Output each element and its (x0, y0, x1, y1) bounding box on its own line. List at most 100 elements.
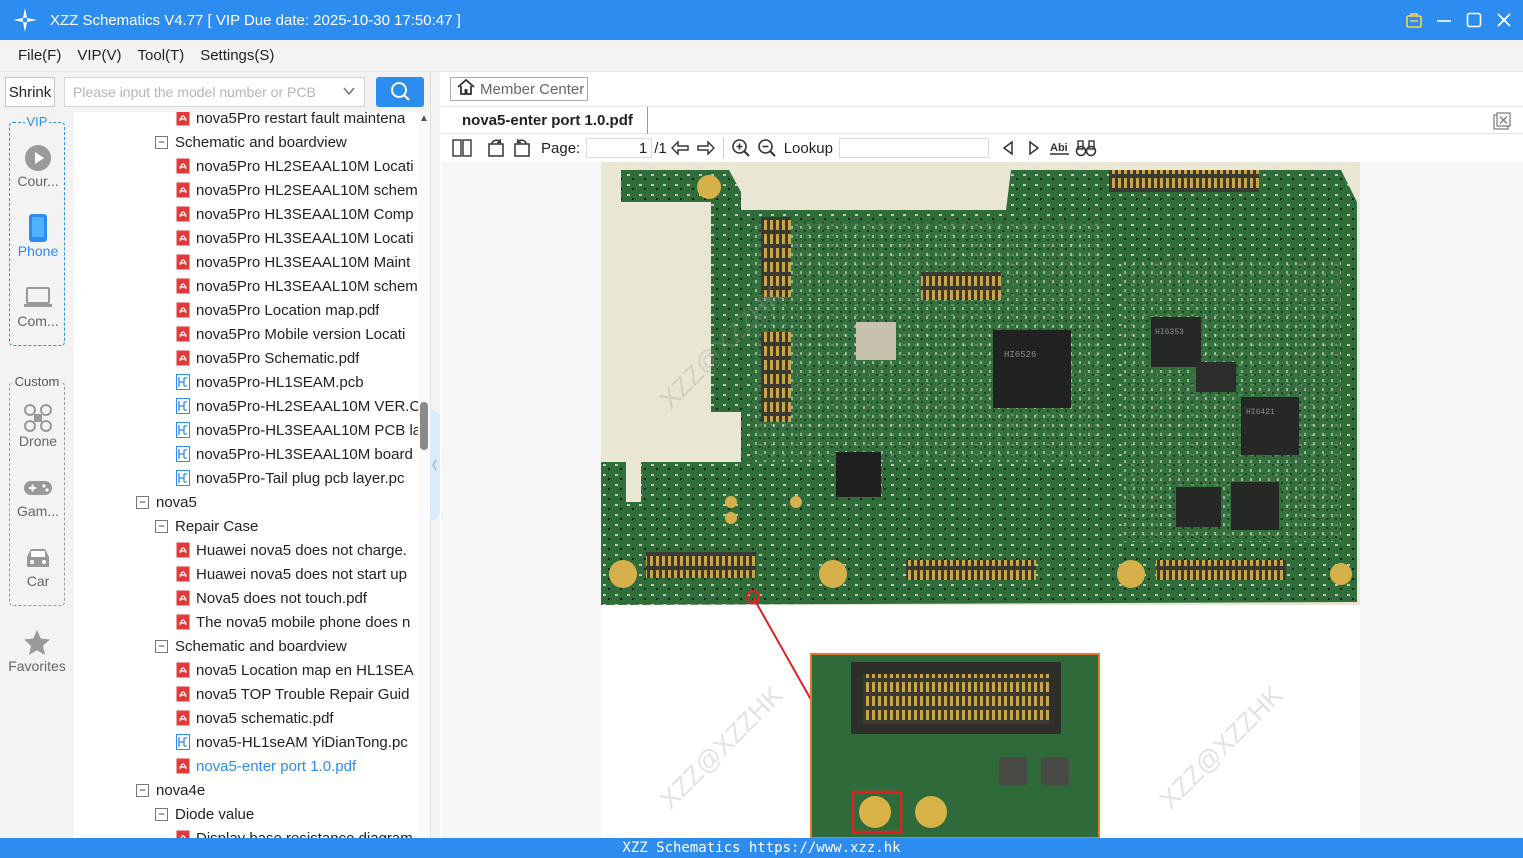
tree-file[interactable]: nova5Pro HL3SEAAL10M Comp (176, 202, 414, 226)
tree-file[interactable]: nova5Pro Location map.pdf (176, 298, 379, 322)
tree-file[interactable]: nova5Pro HL3SEAAL10M Maint (176, 250, 410, 274)
tree-file[interactable]: nova5-HL1seAM YiDianTong.pc (176, 730, 408, 754)
tree-folder[interactable]: − Diode value (155, 802, 254, 826)
app-logo-icon (0, 0, 50, 40)
collapse-toggle-icon[interactable]: − (155, 807, 168, 821)
pdf-viewer[interactable]: HI6526 HI6353 HI6421 XZZ@XZZHK XZZ@XZZHK… (441, 162, 1523, 838)
pcb-file-icon (176, 422, 190, 438)
vip-group-title: VIP (24, 114, 50, 129)
rail-item-drone[interactable]: Drone (10, 403, 66, 449)
pdf-file-icon (176, 206, 190, 222)
tree-label: nova5Pro Location map.pdf (196, 301, 380, 319)
tree-file[interactable]: nova5 schematic.pdf (176, 706, 334, 730)
tree-file[interactable]: nova5Pro Schematic.pdf (176, 346, 359, 370)
tree-file[interactable]: nova5Pro-HL3SEAAL10M board (176, 442, 413, 466)
pdf-file-icon (176, 710, 190, 726)
tree-file[interactable]: The nova5 mobile phone does n (176, 610, 410, 634)
tree-label: nova4e (156, 781, 206, 799)
binoculars-icon[interactable] (1073, 136, 1099, 160)
tree-file[interactable]: nova5 Location map en HL1SEA (176, 658, 414, 682)
tree-file[interactable]: Huawei nova5 does not start up (176, 562, 407, 586)
pdf-file-icon (176, 686, 190, 702)
tree-folder[interactable]: − Repair Case (155, 514, 258, 538)
close-icon[interactable] (1495, 11, 1513, 29)
tree-file[interactable]: Huawei nova5 does not charge. (176, 538, 407, 562)
zoom-in-icon[interactable] (728, 136, 754, 160)
tree-label: nova5Pro Mobile version Locati (196, 325, 406, 343)
tab-document[interactable]: nova5-enter port 1.0.pdf (451, 107, 648, 134)
two-page-view-icon[interactable] (449, 136, 475, 160)
tree-file[interactable]: nova5Pro-HL2SEAAL10M VER.C (176, 394, 420, 418)
collapse-toggle-icon[interactable]: − (136, 495, 149, 509)
chevron-down-icon[interactable] (342, 84, 356, 101)
tree-file[interactable]: Display base resistance diagram (176, 826, 413, 838)
match-case-icon[interactable]: Abi (1047, 136, 1073, 160)
tree-file[interactable]: nova5-enter port 1.0.pdf (176, 754, 356, 778)
menu-vip[interactable]: VIP(V) (77, 47, 121, 64)
search-button[interactable] (376, 77, 424, 107)
minimize-icon[interactable] (1435, 11, 1453, 29)
chip-label: HI6526 (1004, 350, 1036, 360)
lookup-input[interactable] (838, 138, 989, 158)
tree-folder[interactable]: − nova5 (136, 490, 197, 514)
rotate-left-icon[interactable] (483, 136, 509, 160)
tree-label: nova5Pro-HL3SEAAL10M PCB la (196, 421, 422, 439)
tree-file[interactable]: nova5 TOP Trouble Repair Guid (176, 682, 409, 706)
collapse-toggle-icon[interactable]: − (136, 783, 149, 797)
tree-folder[interactable]: − nova4e (136, 778, 205, 802)
rotate-right-icon[interactable] (509, 136, 535, 160)
collapse-toggle-icon[interactable]: − (155, 519, 168, 533)
pcb-file-icon (176, 470, 190, 486)
tree-file[interactable]: nova5Pro Mobile version Locati (176, 322, 405, 346)
page-number-input[interactable]: 1 (586, 138, 653, 158)
tree-folder[interactable]: − Schematic and boardview (155, 634, 347, 658)
member-center-button[interactable]: Member Center (450, 77, 588, 101)
tree-label: Repair Case (175, 517, 259, 535)
tree-file[interactable]: nova5Pro-HL1SEAM.pcb (176, 370, 364, 394)
tree-file[interactable]: nova5Pro-HL3SEAAL10M PCB la (176, 418, 421, 442)
menu-settings[interactable]: Settings(S) (200, 47, 274, 64)
document-tab-bar: nova5-enter port 1.0.pdf (441, 106, 1523, 134)
next-page-icon[interactable] (693, 136, 719, 160)
lookup-label: Lookup (783, 139, 833, 157)
tree-file[interactable]: nova5Pro HL2SEAAL10M schem (176, 178, 418, 202)
tree-scrollbar[interactable] (418, 112, 430, 838)
pdf-file-icon (176, 112, 190, 126)
menu-file[interactable]: File(F) (18, 47, 61, 64)
find-next-icon[interactable] (1021, 136, 1047, 160)
tree-file[interactable]: Nova5 does not touch.pdf (176, 586, 367, 610)
collapse-toggle-icon[interactable]: − (155, 135, 168, 149)
tree-file[interactable]: nova5Pro HL3SEAAL10M Locati (176, 226, 414, 250)
rail-item-games[interactable]: Gam... (10, 473, 66, 519)
vip-bag-icon[interactable] (1405, 11, 1423, 29)
rail-item-favorites[interactable]: Favorites (0, 628, 74, 674)
prev-page-icon[interactable] (667, 136, 693, 160)
maximize-icon[interactable] (1465, 11, 1483, 29)
tree-label: nova5Pro HL3SEAAL10M Locati (196, 229, 414, 247)
tree-label: Nova5 does not touch.pdf (196, 589, 367, 607)
svg-text:Abi: Abi (1050, 142, 1068, 154)
collapse-toggle-icon[interactable]: − (155, 639, 168, 653)
collapse-handle[interactable] (430, 410, 440, 520)
rail-item-phone[interactable]: Phone (10, 213, 66, 259)
tree-file[interactable]: nova5Pro restart fault maintena (176, 112, 405, 130)
tree-file[interactable]: nova5Pro-Tail plug pcb layer.pc (176, 466, 404, 490)
menu-tool[interactable]: Tool(T) (138, 47, 185, 64)
close-tabs-icon[interactable] (1493, 112, 1511, 133)
search-input[interactable]: Please input the model number or PCB (64, 77, 365, 107)
rail-item-computer[interactable]: Com... (10, 283, 66, 329)
rail-item-car[interactable]: Car (10, 543, 66, 589)
rail-item-courses[interactable]: Cour... (10, 143, 66, 189)
scroll-up-icon[interactable]: ▲ (419, 113, 429, 124)
tree-folder[interactable]: − Schematic and boardview (155, 130, 347, 154)
tree-label: nova5Pro restart fault maintena (196, 112, 406, 127)
find-previous-icon[interactable] (995, 136, 1021, 160)
tree-label: nova5Pro-HL2SEAAL10M VER.C (196, 397, 421, 415)
tree-file[interactable]: nova5Pro HL3SEAAL10M schem (176, 274, 418, 298)
tree-file[interactable]: nova5Pro HL2SEAAL10M Locati (176, 154, 414, 178)
zoom-out-icon[interactable] (754, 136, 780, 160)
menu-bar: File(F) VIP(V) Tool(T) Settings(S) (0, 40, 1523, 72)
shrink-button[interactable]: Shrink (5, 77, 55, 107)
tree-scrollbar-thumb[interactable] (420, 402, 428, 450)
pdf-file-icon (176, 182, 190, 198)
